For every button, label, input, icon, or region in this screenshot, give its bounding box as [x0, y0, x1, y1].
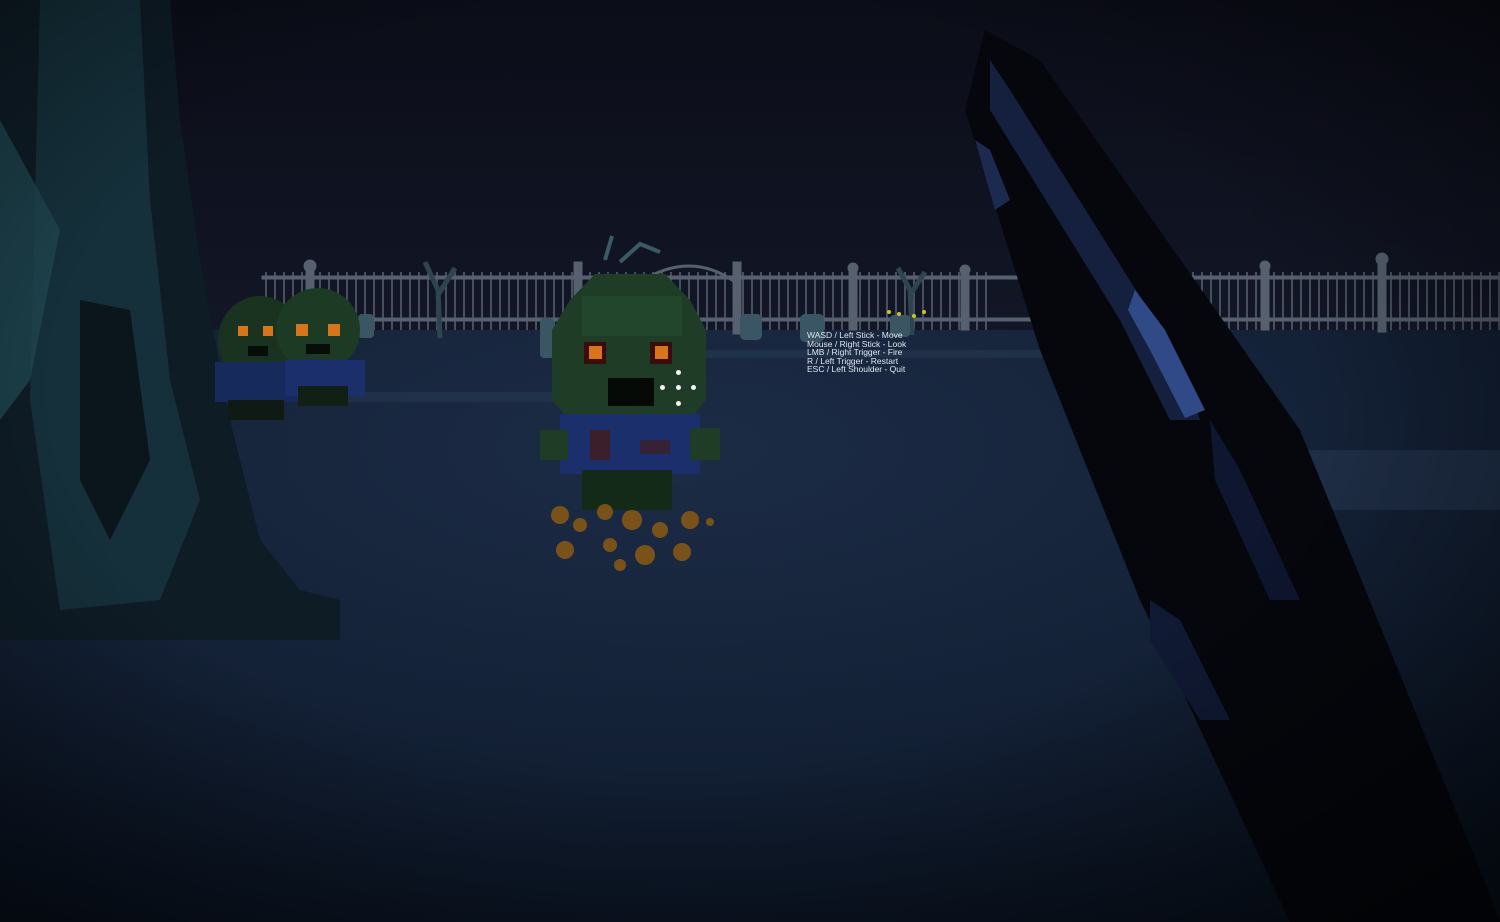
controls-help: WASD / Left Stick - Move Mouse / Right S… — [807, 331, 906, 374]
game-viewport[interactable]: WASD / Left Stick - Move Mouse / Right S… — [0, 0, 1500, 922]
crosshair-dot-left — [660, 385, 665, 390]
crosshair-dot-top — [676, 370, 681, 375]
game-world — [0, 0, 1500, 922]
crosshair-icon — [660, 370, 696, 406]
crosshair-dot-right — [691, 385, 696, 390]
vignette — [0, 0, 1500, 922]
crosshair-dot-center — [676, 385, 681, 390]
crosshair-dot-bottom — [676, 401, 681, 406]
controls-help-line: ESC / Left Shoulder - Quit — [807, 364, 906, 375]
